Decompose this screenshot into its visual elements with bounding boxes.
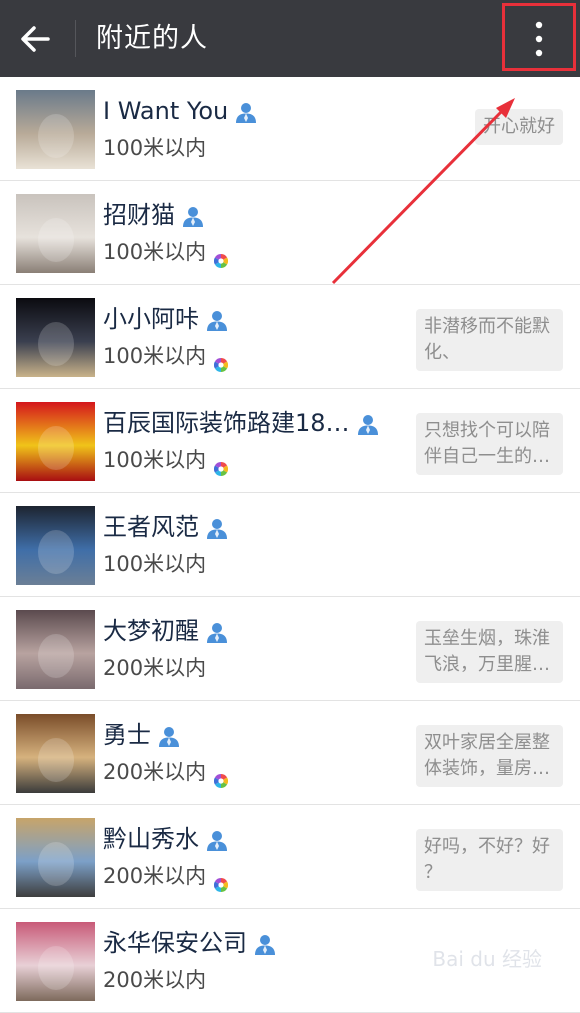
- person-row[interactable]: 勇士 200米以内 双叶家居全屋整 体装饰，量房…: [0, 701, 580, 805]
- back-button[interactable]: [14, 18, 58, 60]
- top-bar: 附近的人: [0, 0, 580, 77]
- male-icon: [234, 99, 258, 123]
- page-title: 附近的人: [96, 23, 208, 54]
- avatar: [16, 402, 95, 481]
- avatar: [16, 818, 95, 897]
- distance-label: 200米以内: [103, 964, 206, 996]
- signature-line: 好吗，不好？好: [424, 836, 550, 857]
- distance-label: 200米以内: [103, 860, 229, 893]
- male-icon: [157, 723, 181, 747]
- distance-label: 200米以内: [103, 756, 229, 789]
- person-name: I Want You: [103, 94, 258, 128]
- distance-label: 100米以内: [103, 444, 229, 477]
- avatar: [16, 298, 95, 377]
- person-name-text: 永华保安公司: [103, 929, 247, 957]
- person-name: 勇士: [103, 718, 181, 752]
- person-row[interactable]: 百辰国际装饰路建18… 100米以内 只想找个可以陪 伴自己一生的…: [0, 389, 580, 493]
- signature-line: 飞浪，万里腥…: [424, 654, 550, 675]
- distance-text: 100米以内: [103, 344, 207, 368]
- distance-text: 200米以内: [103, 968, 207, 992]
- signature-line: 玉垒生烟，珠淮: [424, 628, 550, 649]
- person-row[interactable]: 招财猫 100米以内: [0, 181, 580, 285]
- people-list: I Want You 100米以内 开心就好 招财猫 100米以内 小小阿咔 1…: [0, 77, 580, 1013]
- avatar: [16, 194, 95, 273]
- signature-bubble: 玉垒生烟，珠淮 飞浪，万里腥…: [416, 621, 563, 683]
- avatar: [16, 610, 95, 689]
- person-name-text: 黔山秀水: [103, 825, 199, 853]
- person-name: 大梦初醒: [103, 614, 229, 648]
- signature-bubble: 双叶家居全屋整 体装饰，量房…: [416, 725, 563, 787]
- person-name: 王者风范: [103, 510, 229, 544]
- person-name-text: 勇士: [103, 721, 151, 749]
- distance-label: 100米以内: [103, 340, 229, 373]
- signature-bubble: 好吗，不好？好 ？: [416, 829, 563, 891]
- signature-line: ？: [424, 862, 442, 883]
- menu-highlight-box: [502, 3, 576, 71]
- male-icon: [253, 931, 277, 955]
- signature-line: 双叶家居全屋整: [424, 732, 550, 753]
- moments-icon: [214, 349, 229, 373]
- person-row[interactable]: I Want You 100米以内 开心就好: [0, 77, 580, 181]
- avatar: [16, 922, 95, 1001]
- distance-text: 100米以内: [103, 240, 207, 264]
- person-name-text: I Want You: [103, 97, 229, 125]
- distance-text: 100米以内: [103, 552, 207, 576]
- person-name-text: 大梦初醒: [103, 617, 199, 645]
- person-name-text: 小小阿咔: [103, 305, 199, 333]
- person-name: 小小阿咔: [103, 302, 229, 336]
- person-row[interactable]: 黔山秀水 200米以内 好吗，不好？好 ？: [0, 805, 580, 909]
- distance-label: 100米以内: [103, 132, 206, 164]
- distance-text: 200米以内: [103, 656, 207, 680]
- signature-bubble: 只想找个可以陪 伴自己一生的…: [416, 413, 563, 475]
- more-button[interactable]: [531, 19, 547, 59]
- moments-icon: [214, 765, 229, 789]
- signature-line: 伴自己一生的…: [424, 446, 550, 467]
- moments-icon: [214, 869, 229, 893]
- person-row[interactable]: 大梦初醒 200米以内 玉垒生烟，珠淮 飞浪，万里腥…: [0, 597, 580, 701]
- avatar: [16, 90, 95, 169]
- person-name-text: 百辰国际装饰路建18…: [103, 409, 350, 437]
- signature-bubble: 非潜移而不能默 化、: [416, 309, 563, 371]
- male-icon: [356, 411, 380, 435]
- distance-label: 100米以内: [103, 236, 229, 269]
- person-name: 黔山秀水: [103, 822, 229, 856]
- distance-text: 100米以内: [103, 448, 207, 472]
- distance-text: 200米以内: [103, 864, 207, 888]
- distance-text: 100米以内: [103, 136, 207, 160]
- signature-line: 非潜移而不能默: [424, 316, 550, 337]
- male-icon: [205, 515, 229, 539]
- person-name: 百辰国际装饰路建18…: [103, 406, 380, 440]
- male-icon: [205, 619, 229, 643]
- arrow-left-icon: [21, 26, 50, 52]
- male-icon: [205, 827, 229, 851]
- avatar: [16, 506, 95, 585]
- distance-label: 100米以内: [103, 548, 206, 580]
- distance-text: 200米以内: [103, 760, 207, 784]
- signature-bubble: 开心就好: [475, 109, 563, 145]
- header-divider: [75, 20, 76, 57]
- person-row[interactable]: 小小阿咔 100米以内 非潜移而不能默 化、: [0, 285, 580, 389]
- person-name-text: 招财猫: [103, 201, 175, 229]
- person-name: 招财猫: [103, 198, 205, 232]
- avatar: [16, 714, 95, 793]
- moments-icon: [214, 245, 229, 269]
- male-icon: [181, 203, 205, 227]
- signature-line: 体装饰，量房…: [424, 758, 550, 779]
- signature-line: 化、: [424, 342, 460, 363]
- watermark: Bai du 经验: [432, 947, 542, 971]
- male-icon: [205, 307, 229, 331]
- signature-text: 开心就好: [483, 116, 555, 137]
- distance-label: 200米以内: [103, 652, 206, 684]
- person-name: 永华保安公司: [103, 926, 277, 960]
- person-name-text: 王者风范: [103, 513, 199, 541]
- more-vertical-icon: [535, 21, 543, 57]
- moments-icon: [214, 453, 229, 477]
- person-row[interactable]: 王者风范 100米以内: [0, 493, 580, 597]
- signature-line: 只想找个可以陪: [424, 420, 550, 441]
